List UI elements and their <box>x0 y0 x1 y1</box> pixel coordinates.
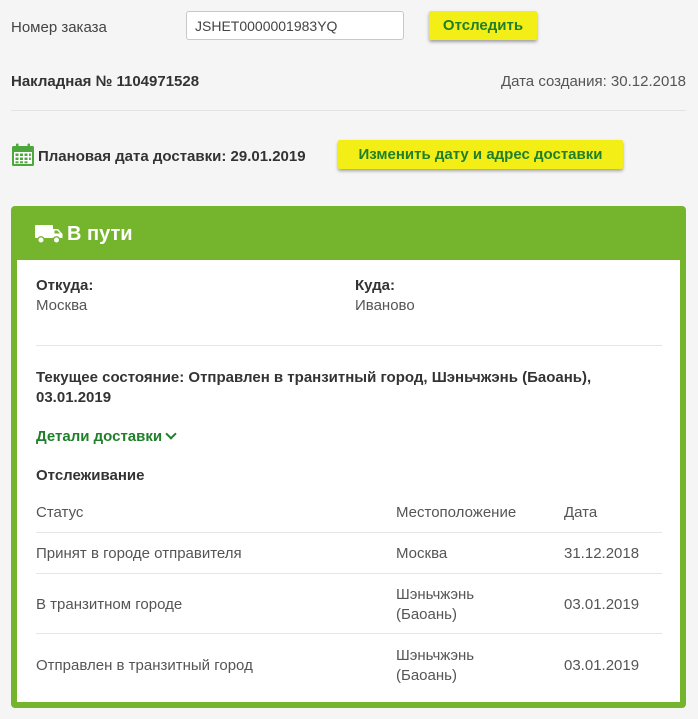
panel-body: Откуда: Москва Куда: Иваново Текущее сос… <box>17 260 680 702</box>
shipment-status-title: В пути <box>67 223 133 245</box>
track-button[interactable]: Отследить <box>429 11 537 40</box>
chevron-down-icon <box>165 428 177 440</box>
column-header-date: Дата <box>564 504 598 521</box>
panel-header: В пути <box>11 206 686 260</box>
row-3-location: Шэньчжэнь (Баоань) <box>396 647 475 684</box>
calendar-icon <box>12 143 34 166</box>
column-header-location: Местоположение <box>396 504 517 521</box>
to-label: Куда: <box>355 277 395 294</box>
delivery-details-link[interactable]: Детали доставки <box>36 428 177 445</box>
row-1-status: Принят в городе отправителя <box>36 545 242 562</box>
row-2-date: 03.01.2019 <box>564 596 640 613</box>
creation-date: Дата создания: 30.12.2018 <box>500 73 686 90</box>
shipment-panel: В пути Откуда: Москва Куда: Иваново Теку… <box>11 206 686 708</box>
change-delivery-button[interactable]: Изменить дату и адрес доставки <box>338 140 623 169</box>
column-header-status: Статус <box>36 504 84 521</box>
truck-icon <box>35 225 63 244</box>
divider <box>36 345 662 346</box>
row-2-location: Шэньчжэнь (Баоань) <box>396 586 475 623</box>
row-1-location: Москва <box>396 545 448 562</box>
row-divider <box>36 573 662 574</box>
row-3-status: Отправлен в транзитный город <box>36 657 253 674</box>
row-divider <box>36 532 662 533</box>
order-number-label: Номер заказа <box>11 19 107 36</box>
order-number-input[interactable] <box>186 11 404 40</box>
divider <box>11 110 686 111</box>
row-2-status: В транзитном городе <box>36 596 183 613</box>
row-1-date: 31.12.2018 <box>564 545 640 562</box>
from-value: Москва <box>36 297 88 314</box>
planned-delivery-date: Плановая дата доставки: 29.01.2019 <box>38 148 306 165</box>
details-link-label: Детали доставки <box>36 428 163 445</box>
tracking-title: Отслеживание <box>36 467 145 484</box>
row-3-date: 03.01.2019 <box>564 657 640 674</box>
current-status: Текущее состояние: Отправлен в транзитны… <box>36 369 592 406</box>
to-value: Иваново <box>355 297 415 314</box>
waybill-title: Накладная № 1104971528 <box>11 73 200 90</box>
from-label: Откуда: <box>36 277 94 294</box>
row-divider <box>36 633 662 634</box>
